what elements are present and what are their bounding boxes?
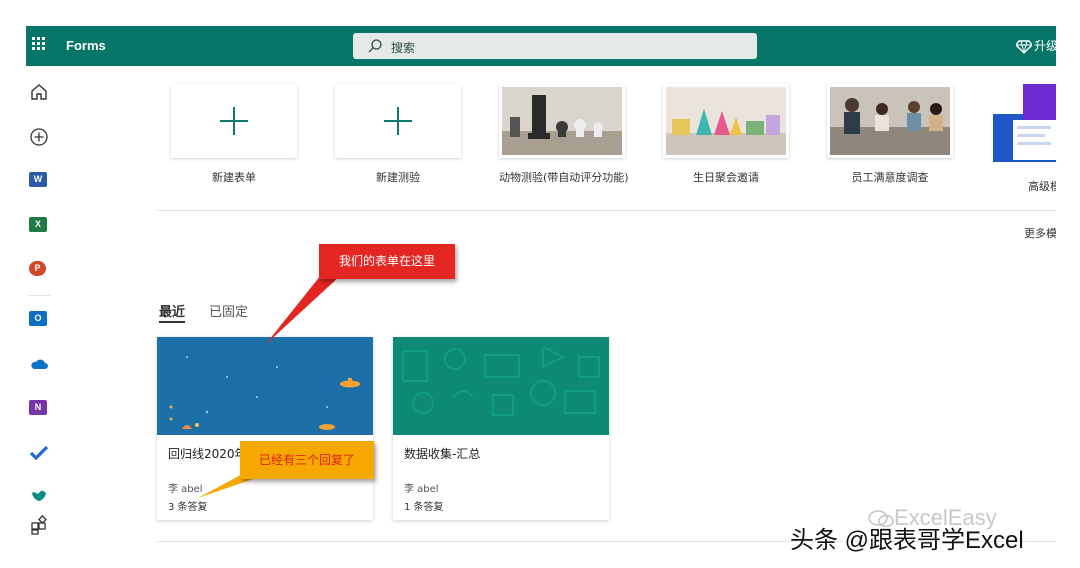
annotation-callout-red: 我们的表单在这里 xyxy=(319,244,455,279)
toutiao-watermark: 头条 @跟表哥学Excel xyxy=(790,527,1024,554)
right-edge xyxy=(1056,0,1080,568)
red-callout-pointer xyxy=(265,270,340,345)
annotation-callout-yellow: 已经有三个回复了 xyxy=(240,441,374,479)
callout-pointers xyxy=(198,270,340,498)
